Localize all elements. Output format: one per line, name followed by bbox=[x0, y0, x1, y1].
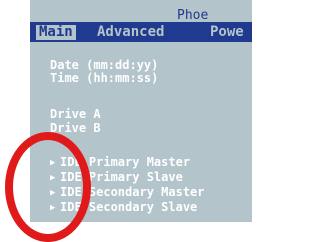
drive-a-label[interactable]: Drive A bbox=[50, 107, 101, 121]
menu-advanced[interactable]: Advanced bbox=[94, 25, 167, 40]
menu-power[interactable]: Powe bbox=[207, 25, 247, 40]
bios-vendor-title: Phoe bbox=[177, 8, 209, 23]
time-field-label[interactable]: Time (hh:mm:ss) bbox=[50, 71, 158, 85]
highlight-circle-annotation bbox=[5, 132, 91, 242]
menu-main[interactable]: Main bbox=[36, 25, 76, 40]
date-field-label[interactable]: Date (mm:dd:yy) bbox=[50, 58, 158, 72]
menu-bar: Main Advanced Powe bbox=[30, 22, 252, 42]
